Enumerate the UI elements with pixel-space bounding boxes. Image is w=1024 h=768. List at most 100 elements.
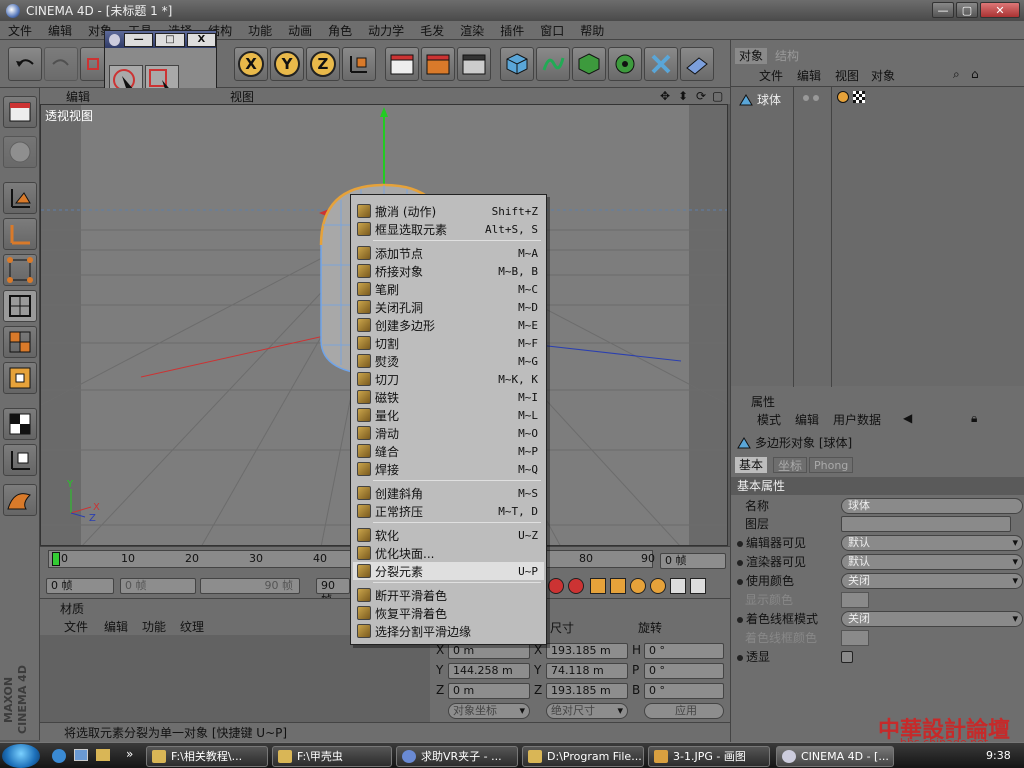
tab-objects[interactable]: 对象 xyxy=(735,48,768,64)
animate-dot[interactable] xyxy=(737,560,743,566)
param-key-icon[interactable] xyxy=(650,578,666,594)
context-menu-item[interactable]: 滑动 M~O xyxy=(353,424,544,442)
lock-icon[interactable]: 🔒︎ xyxy=(971,411,977,426)
texture-mode-button[interactable] xyxy=(3,408,37,440)
editor-visible-select[interactable]: 默认 xyxy=(841,535,1023,551)
range-end-field[interactable]: 90 帧 xyxy=(200,578,300,594)
palette-close-button[interactable]: X xyxy=(186,32,217,47)
size-mode-select[interactable]: 绝对尺寸 xyxy=(546,703,628,719)
start-button[interactable] xyxy=(2,744,40,768)
material-menu-edit[interactable]: 编辑 xyxy=(104,618,128,635)
move-key-icon[interactable] xyxy=(590,578,606,594)
tab-basic[interactable]: 基本 xyxy=(735,457,768,473)
task-4[interactable]: D:\Program File... xyxy=(522,746,644,767)
playhead[interactable] xyxy=(52,552,60,566)
close-button[interactable]: ✕ xyxy=(980,2,1020,18)
context-menu-item[interactable]: 熨烫 M~G xyxy=(353,352,544,370)
attr-menu-edit[interactable]: 编辑 xyxy=(795,411,819,428)
material-menu-function[interactable]: 功能 xyxy=(142,618,166,635)
position-z-field[interactable]: 0 m xyxy=(448,683,530,699)
ie-icon[interactable] xyxy=(52,749,66,763)
menu-edit[interactable]: 编辑 xyxy=(40,22,80,39)
pla-key-icon[interactable] xyxy=(670,578,686,594)
maximize-view-icon[interactable]: ▢ xyxy=(712,89,723,103)
palette-maximize-button[interactable]: □ xyxy=(155,32,185,47)
render-view-button[interactable] xyxy=(385,47,419,81)
array-button[interactable] xyxy=(608,47,642,81)
context-menu-item[interactable]: 创建斜角 M~S xyxy=(353,484,544,502)
position-x-field[interactable]: 0 m xyxy=(448,643,530,659)
desktop-icon[interactable] xyxy=(74,749,88,761)
context-menu-item[interactable]: 正常挤压 M~T, D xyxy=(353,502,544,520)
size-z-field[interactable]: 193.185 m xyxy=(546,683,628,699)
render-visible-select[interactable]: 默认 xyxy=(841,554,1023,570)
edges-mode-button[interactable] xyxy=(3,290,37,322)
layout-button[interactable] xyxy=(3,96,37,128)
object-row[interactable]: 球体 xyxy=(739,91,781,108)
sculpt-button[interactable] xyxy=(3,484,37,516)
context-menu-item[interactable]: 量化 M~L xyxy=(353,406,544,424)
visibility-dot[interactable] xyxy=(803,95,809,101)
display-color-swatch[interactable] xyxy=(841,592,869,608)
uvw-tag-icon[interactable] xyxy=(853,91,865,103)
animate-dot[interactable] xyxy=(737,655,743,661)
tab-phong[interactable]: Phong xyxy=(809,457,854,473)
material-menu-file[interactable]: 文件 xyxy=(64,618,88,635)
context-menu-item[interactable]: 优化块面... xyxy=(353,544,544,562)
layer-field[interactable] xyxy=(841,516,1011,532)
rotation-b-field[interactable]: 0 ° xyxy=(644,683,724,699)
cube-button[interactable] xyxy=(500,47,534,81)
render-region-button[interactable] xyxy=(421,47,455,81)
viewport-menu-view[interactable]: 视图 xyxy=(230,88,254,105)
nurbs-button[interactable] xyxy=(572,47,606,81)
context-menu-item[interactable]: 恢复平滑着色 xyxy=(353,604,544,622)
xray-checkbox[interactable] xyxy=(841,651,853,663)
context-menu-item[interactable]: 断开平滑着色 xyxy=(353,586,544,604)
rotate-key-icon[interactable] xyxy=(630,578,646,594)
context-menu-item[interactable]: 桥接对象 M~B, B xyxy=(353,262,544,280)
rotation-p-field[interactable]: 0 ° xyxy=(644,663,724,679)
context-menu-item[interactable]: 笔刷 M~C xyxy=(353,280,544,298)
deformer-button[interactable] xyxy=(644,47,678,81)
object-mode-button[interactable] xyxy=(3,182,37,214)
menu-functions[interactable]: 功能 xyxy=(240,22,280,39)
size-x-field[interactable]: 193.185 m xyxy=(546,643,628,659)
task-1[interactable]: F:\相关教程\... xyxy=(146,746,268,767)
live-select-button[interactable] xyxy=(80,47,106,81)
menu-character[interactable]: 角色 xyxy=(320,22,360,39)
render-dot[interactable] xyxy=(813,95,819,101)
viewport-menu-edit[interactable]: 编辑 xyxy=(66,88,90,105)
coordinate-mode-select[interactable]: 对象坐标 xyxy=(448,703,530,719)
record-icon[interactable] xyxy=(548,578,564,594)
context-menu-item[interactable]: 选择分割平滑边缘 xyxy=(353,622,544,640)
coord-system-button[interactable] xyxy=(342,47,376,81)
material-list[interactable] xyxy=(40,635,430,723)
context-menu-item[interactable]: 创建多边形 M~E xyxy=(353,316,544,334)
spline-button[interactable] xyxy=(536,47,570,81)
context-menu-item[interactable]: 撤消 (动作) Shift+Z xyxy=(353,202,544,220)
context-menu-item[interactable]: 软化 U~Z xyxy=(353,526,544,544)
x-axis-button[interactable]: X xyxy=(234,47,268,81)
texture-axis-button[interactable] xyxy=(3,444,37,476)
task-2[interactable]: F:\甲壳虫 xyxy=(272,746,392,767)
wireframe-mode-select[interactable]: 关闭 xyxy=(841,611,1023,627)
context-menu-item[interactable]: 关闭孔洞 M~D xyxy=(353,298,544,316)
menu-window[interactable]: 窗口 xyxy=(532,22,572,39)
model-mode-button[interactable] xyxy=(3,136,37,168)
use-color-select[interactable]: 关闭 xyxy=(841,573,1023,589)
object-manager[interactable]: 球体 xyxy=(731,86,1024,387)
polygons-mode-button[interactable] xyxy=(3,326,37,358)
objects-menu-file[interactable]: 文件 xyxy=(759,67,783,84)
maximize-button[interactable]: ▢ xyxy=(956,2,978,18)
points-mode-button[interactable] xyxy=(3,254,37,286)
range-start-field[interactable]: 0 帧 xyxy=(120,578,196,594)
context-menu-item[interactable]: 添加节点 M~A xyxy=(353,244,544,262)
rotation-h-field[interactable]: 0 ° xyxy=(644,643,724,659)
menu-dynamics[interactable]: 动力学 xyxy=(360,22,412,39)
uv-mode-button[interactable] xyxy=(3,362,37,394)
apply-button[interactable]: 应用 xyxy=(644,703,724,719)
undo-button[interactable] xyxy=(8,47,42,81)
context-menu-item[interactable]: 缝合 M~P xyxy=(353,442,544,460)
current-frame-field[interactable]: 0 帧 xyxy=(660,553,726,569)
task-6[interactable]: CINEMA 4D - [... xyxy=(776,746,894,767)
